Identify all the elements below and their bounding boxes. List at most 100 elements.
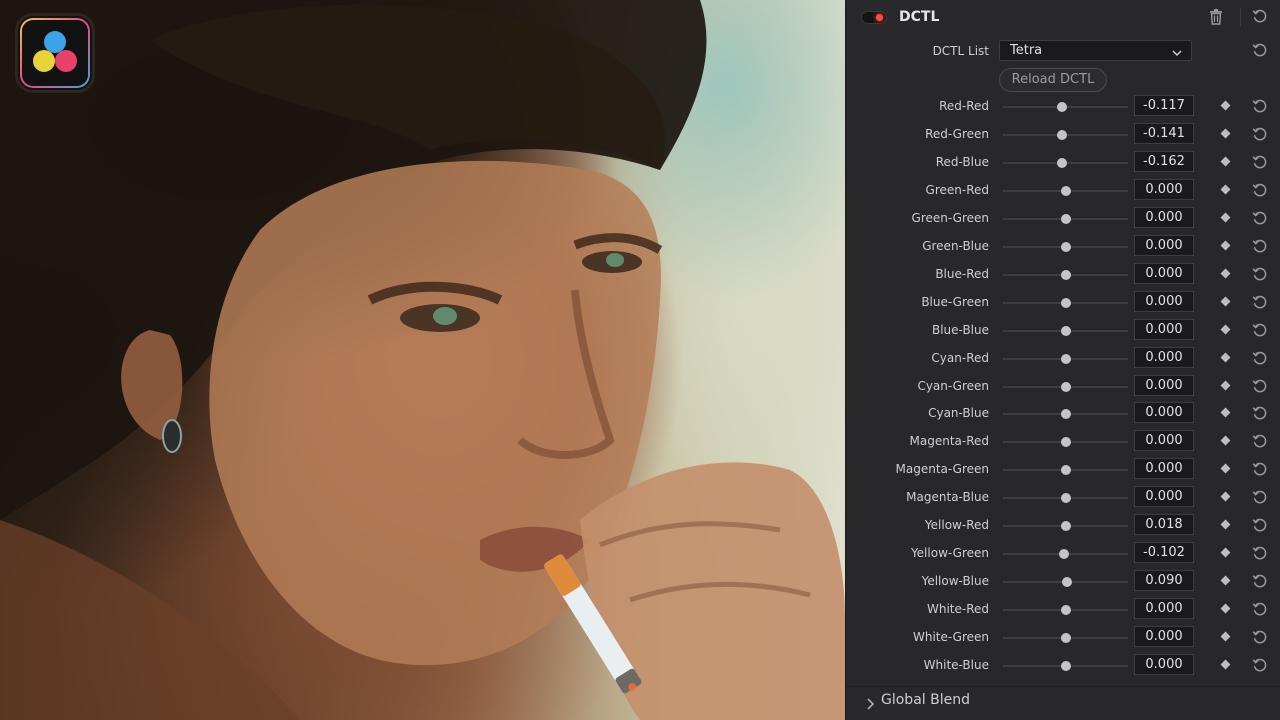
- parameter-row: Magenta-Blue 0.000: [846, 484, 1280, 512]
- parameter-slider-thumb[interactable]: [1060, 213, 1071, 224]
- parameter-slider-thumb[interactable]: [1060, 493, 1071, 504]
- trash-icon[interactable]: [1209, 9, 1223, 29]
- keyframe-diamond-icon[interactable]: [1220, 547, 1231, 558]
- parameter-value-field[interactable]: 0.000: [1134, 206, 1194, 228]
- parameter-slider-thumb[interactable]: [1058, 549, 1069, 560]
- parameter-slider-thumb[interactable]: [1060, 409, 1071, 420]
- reset-icon[interactable]: [1252, 126, 1268, 146]
- keyframe-diamond-icon[interactable]: [1220, 407, 1231, 418]
- keyframe-diamond-icon[interactable]: [1220, 435, 1231, 446]
- parameter-row: White-Green 0.000: [846, 624, 1280, 652]
- reset-icon[interactable]: [1252, 545, 1268, 565]
- parameter-value-field[interactable]: 0.000: [1134, 346, 1194, 368]
- reset-icon[interactable]: [1252, 629, 1268, 649]
- parameter-slider-thumb[interactable]: [1060, 241, 1071, 252]
- reset-icon[interactable]: [1252, 657, 1268, 677]
- parameter-label: Green-Green: [911, 210, 989, 225]
- parameter-slider-thumb[interactable]: [1060, 437, 1071, 448]
- parameter-value-field[interactable]: 0.000: [1134, 262, 1194, 284]
- reset-icon[interactable]: [1252, 350, 1268, 370]
- enable-toggle[interactable]: [861, 11, 887, 24]
- parameter-slider-thumb[interactable]: [1060, 465, 1071, 476]
- parameter-value-field[interactable]: 0.000: [1134, 486, 1194, 508]
- keyframe-diamond-icon[interactable]: [1220, 296, 1231, 307]
- keyframe-diamond-icon[interactable]: [1220, 268, 1231, 279]
- keyframe-diamond-icon[interactable]: [1220, 100, 1231, 111]
- reset-icon[interactable]: [1252, 378, 1268, 398]
- parameter-slider-thumb[interactable]: [1060, 269, 1071, 280]
- parameter-slider-thumb[interactable]: [1060, 325, 1071, 336]
- parameter-row: Green-Red 0.000: [846, 177, 1280, 205]
- parameter-value-field[interactable]: 0.000: [1134, 458, 1194, 480]
- reset-icon[interactable]: [1252, 405, 1268, 425]
- keyframe-diamond-icon[interactable]: [1220, 380, 1231, 390]
- dctl-list-select[interactable]: Tetra: [999, 40, 1192, 61]
- reset-all-icon[interactable]: [1252, 8, 1268, 28]
- parameter-label: Red-Blue: [935, 154, 989, 169]
- parameter-value-field[interactable]: 0.000: [1134, 178, 1194, 200]
- parameter-slider-thumb[interactable]: [1061, 577, 1072, 588]
- parameter-value-field[interactable]: 0.000: [1134, 318, 1194, 340]
- parameter-value-field[interactable]: 0.000: [1134, 654, 1194, 675]
- parameter-row: Cyan-Blue 0.000: [846, 400, 1280, 428]
- keyframe-diamond-icon[interactable]: [1220, 603, 1231, 614]
- reset-icon[interactable]: [1252, 238, 1268, 258]
- keyframe-diamond-icon[interactable]: [1220, 324, 1231, 335]
- parameter-slider-thumb[interactable]: [1060, 185, 1071, 196]
- parameter-value-field[interactable]: -0.102: [1134, 542, 1194, 564]
- parameter-slider-thumb[interactable]: [1060, 605, 1071, 616]
- dctl-list-value: Tetra: [1010, 43, 1043, 58]
- parameter-value-field[interactable]: 0.000: [1134, 598, 1194, 620]
- dctl-list-reset-icon[interactable]: [1252, 42, 1268, 62]
- reload-dctl-button[interactable]: Reload DCTL: [999, 68, 1107, 92]
- keyframe-diamond-icon[interactable]: [1220, 575, 1231, 586]
- reset-icon[interactable]: [1252, 461, 1268, 481]
- parameter-value-field[interactable]: 0.000: [1134, 234, 1194, 256]
- keyframe-diamond-icon[interactable]: [1220, 659, 1231, 670]
- parameter-value-field[interactable]: -0.117: [1134, 95, 1194, 116]
- reset-icon[interactable]: [1252, 517, 1268, 537]
- parameter-slider-thumb[interactable]: [1060, 661, 1071, 671]
- reset-icon[interactable]: [1252, 322, 1268, 342]
- parameter-slider-thumb[interactable]: [1060, 381, 1071, 392]
- parameter-value-field[interactable]: 0.000: [1134, 374, 1194, 396]
- reset-icon[interactable]: [1252, 489, 1268, 509]
- parameter-slider-thumb[interactable]: [1060, 633, 1071, 644]
- keyframe-diamond-icon[interactable]: [1220, 156, 1231, 167]
- parameter-value-field[interactable]: -0.162: [1134, 150, 1194, 172]
- parameter-slider-thumb[interactable]: [1057, 129, 1067, 140]
- keyframe-diamond-icon[interactable]: [1220, 631, 1231, 642]
- parameter-value-field[interactable]: 0.000: [1134, 402, 1194, 424]
- keyframe-diamond-icon[interactable]: [1220, 240, 1231, 251]
- parameter-row: Yellow-Blue 0.090: [846, 568, 1280, 596]
- parameter-value-field[interactable]: -0.141: [1134, 122, 1194, 144]
- keyframe-diamond-icon[interactable]: [1220, 128, 1231, 139]
- reset-icon[interactable]: [1252, 601, 1268, 621]
- parameter-value-field[interactable]: 0.000: [1134, 626, 1194, 648]
- reset-icon[interactable]: [1252, 154, 1268, 174]
- keyframe-diamond-icon[interactable]: [1220, 212, 1231, 223]
- keyframe-diamond-icon[interactable]: [1220, 491, 1231, 502]
- parameter-slider-thumb[interactable]: [1057, 157, 1067, 168]
- parameter-value-field[interactable]: 0.000: [1134, 290, 1194, 312]
- reset-icon[interactable]: [1252, 573, 1268, 593]
- parameter-value-field[interactable]: 0.000: [1134, 430, 1194, 452]
- parameter-value-field[interactable]: 0.090: [1134, 570, 1194, 592]
- parameter-slider-thumb[interactable]: [1060, 521, 1071, 532]
- parameter-label: Blue-Blue: [931, 322, 989, 337]
- reset-icon[interactable]: [1252, 266, 1268, 286]
- parameter-slider-thumb[interactable]: [1060, 353, 1071, 364]
- reset-icon[interactable]: [1252, 210, 1268, 230]
- reset-icon[interactable]: [1252, 98, 1268, 118]
- parameter-slider-thumb[interactable]: [1057, 102, 1067, 112]
- reset-icon[interactable]: [1252, 294, 1268, 314]
- keyframe-diamond-icon[interactable]: [1220, 352, 1231, 362]
- keyframe-diamond-icon[interactable]: [1220, 463, 1231, 474]
- parameter-value-field[interactable]: 0.018: [1134, 514, 1194, 536]
- keyframe-diamond-icon[interactable]: [1220, 184, 1231, 195]
- keyframe-diamond-icon[interactable]: [1220, 519, 1231, 530]
- reset-icon[interactable]: [1252, 433, 1268, 453]
- parameter-row: White-Red 0.000: [846, 596, 1280, 624]
- reset-icon[interactable]: [1252, 182, 1268, 202]
- parameter-slider-thumb[interactable]: [1060, 297, 1071, 308]
